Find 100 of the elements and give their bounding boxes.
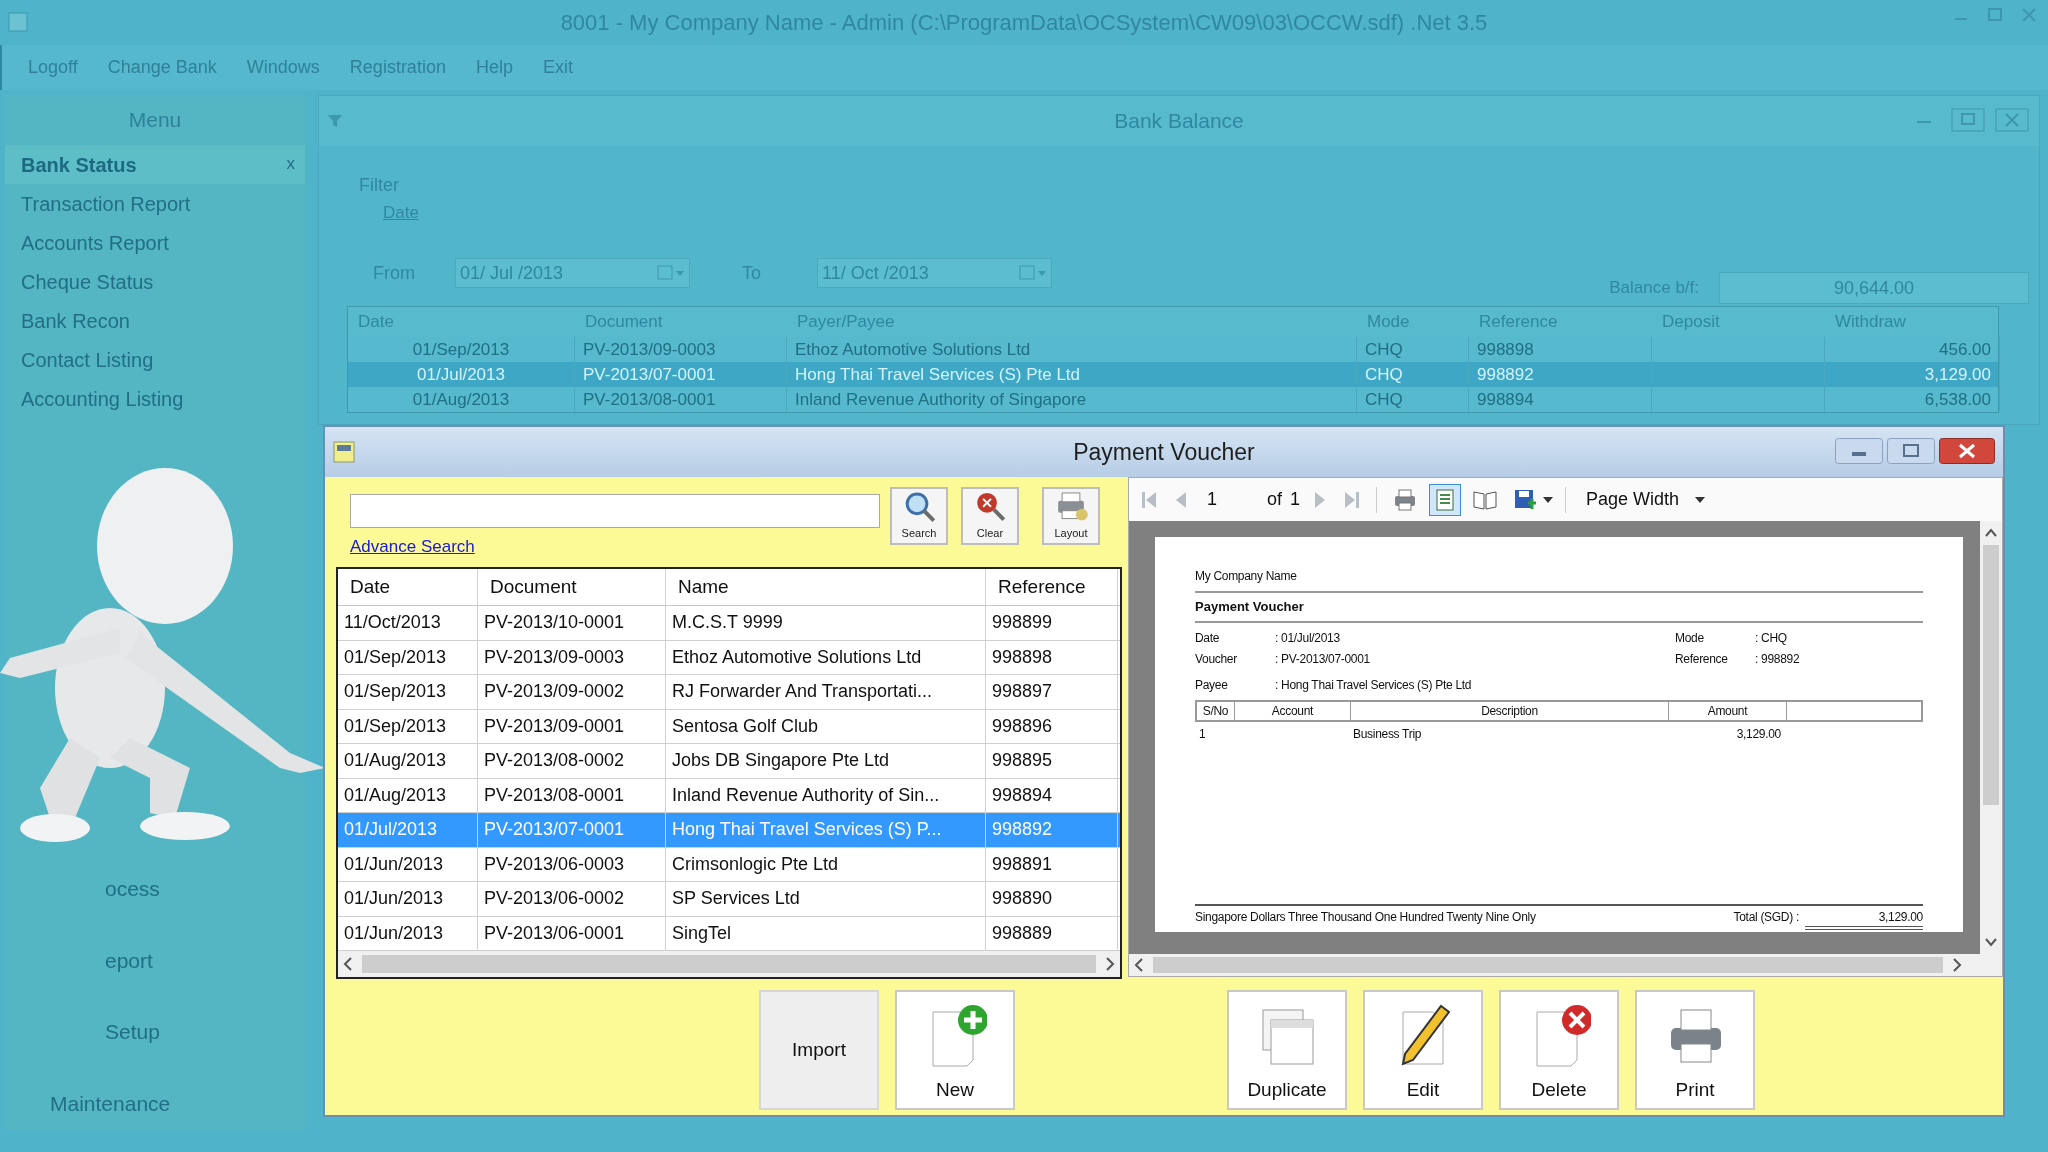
horizontal-scrollbar[interactable] <box>338 951 1120 977</box>
table-cell: SingTel <box>666 916 986 950</box>
table-cell: 998896 <box>986 709 1118 743</box>
field-value: : 01/Jul/2013 <box>1275 629 1340 647</box>
toolbar-button[interactable] <box>1429 483 1462 516</box>
menu-group[interactable]: ocess <box>105 873 160 905</box>
table-cell: 01/Aug/2013 <box>338 744 478 778</box>
app-icon <box>333 441 355 463</box>
search-field[interactable] <box>350 494 880 528</box>
table-cell: 998894 <box>986 778 1118 812</box>
menu-item[interactable]: Accounting Listing <box>5 379 305 418</box>
table-cell: PV-2013/08-0001 <box>575 387 787 412</box>
action-button[interactable]: Import <box>759 990 879 1110</box>
table-row[interactable]: 11/Oct/2013 PV-2013/10-0001 M.C.S.T 9999 998899 <box>338 606 1120 641</box>
column-header: Account <box>1235 701 1351 720</box>
action-button[interactable]: Print <box>1635 990 1755 1110</box>
table-cell: Hong Thai Travel Services (S) P... <box>666 813 986 847</box>
table-row[interactable]: 01/Sep/2013 PV-2013/09-0002 RJ Forwarder And Transportati... 998897 <box>338 675 1120 710</box>
menu-item[interactable]: Bank Status <box>21 149 137 180</box>
table-row[interactable]: 01/Sep/2013 PV-2013/09-0003 Ethoz Automotive Solutions Ltd CHQ 998898 456.00 <box>348 337 1998 362</box>
menu-group[interactable]: Maintenance <box>50 1087 171 1119</box>
table-row[interactable]: 01/Jun/2013 PV-2013/06-0001 SingTel 998889 <box>338 916 1120 951</box>
menu-item[interactable]: Cheque Status <box>5 262 305 301</box>
total-amount: 3,129.00 <box>1805 908 1923 930</box>
table-cell: RJ Forwarder And Transportati... <box>666 675 986 709</box>
field-value: : CHQ <box>1755 629 1787 647</box>
menu-group[interactable]: Setup <box>105 1016 160 1048</box>
table-row[interactable]: 01/Jul/2013 PV-2013/07-0001 Hong Thai Travel Services (S) Pte Ltd CHQ 998892 3,129.00 <box>348 362 1998 387</box>
close-button[interactable] <box>1939 438 1995 464</box>
table-cell: 998898 <box>986 640 1118 674</box>
action-button[interactable]: New <box>895 990 1015 1110</box>
action-button[interactable]: Edit <box>1363 990 1483 1110</box>
minimize-button[interactable] <box>1835 438 1883 464</box>
tool-button[interactable]: Layout <box>1042 487 1100 545</box>
table-cell: 01/Sep/2013 <box>338 675 478 709</box>
close-icon[interactable] <box>2020 6 2038 24</box>
table-row[interactable]: 01/Jun/2013 PV-2013/06-0003 Crimsonlogic Pte Ltd 998891 <box>338 847 1120 882</box>
close-button[interactable]: x <box>286 151 295 177</box>
table-cell: M.C.S.T 9999 <box>666 606 986 640</box>
scrollbar-thumb[interactable] <box>1153 957 1943 973</box>
table-cell: 998890 <box>986 882 1118 916</box>
column-header: Amount <box>1669 701 1787 720</box>
table-cell: 998894 <box>1469 387 1652 412</box>
table-cell: 11/Oct/2013 <box>338 606 478 640</box>
table-cell: PV-2013/06-0003 <box>478 847 666 881</box>
vertical-scrollbar[interactable] <box>1980 521 2002 954</box>
table-row[interactable]: 01/Aug/2013 PV-2013/08-0002 Jobs DB Singapore Pte Ltd 998895 <box>338 744 1120 779</box>
maximize-icon[interactable] <box>1951 108 1985 132</box>
caret-icon[interactable] <box>1543 495 1554 504</box>
field-label: Date <box>1195 629 1221 647</box>
maximize-icon[interactable] <box>1986 6 2004 24</box>
table-cell: 01/Jun/2013 <box>338 882 478 916</box>
action-button[interactable]: Delete <box>1499 990 1619 1110</box>
page-of-label: of <box>1267 488 1282 511</box>
table-cell: 6,538.00 <box>1825 387 2000 412</box>
table-row[interactable]: 01/Jul/2013 PV-2013/07-0001 Hong Thai Travel Services (S) P... 998892 <box>338 813 1120 848</box>
action-button[interactable]: Duplicate <box>1227 990 1347 1110</box>
field-label: Voucher <box>1195 650 1238 668</box>
table-cell: 01/Jun/2013 <box>338 916 478 950</box>
table-row[interactable]: 01/Aug/2013 PV-2013/08-0001 Inland Revenue Authority of Singapore CHQ 998894 6,538.00 <box>348 387 1998 412</box>
table-cell: 01/Sep/2013 <box>338 640 478 674</box>
table-row[interactable]: 01/Aug/2013 PV-2013/08-0001 Inland Revenue Authority of Sin... 998894 <box>338 778 1120 813</box>
field-value: : Hong Thai Travel Services (S) Pte Ltd <box>1275 676 1472 694</box>
table-cell: 998889 <box>986 916 1118 950</box>
table-row[interactable]: 01/Sep/2013 PV-2013/09-0001 Sentosa Golf Club 998896 <box>338 709 1120 744</box>
company-name: My Company Name <box>1195 568 1297 585</box>
table-cell: 998892 <box>986 813 1118 847</box>
table-cell-text: Business Trip <box>1352 725 1423 743</box>
tool-button[interactable]: Search <box>890 487 948 545</box>
table-cell: Jobs DB Singapore Pte Ltd <box>666 744 986 778</box>
advance-search-link[interactable]: Advance Search <box>350 534 475 560</box>
page-number-field[interactable]: 1 <box>1201 486 1259 513</box>
column-header[interactable]: Name <box>666 569 986 605</box>
table-cell: 01/Aug/2013 <box>338 778 478 812</box>
column-header: Description <box>1351 701 1669 720</box>
tool-button[interactable]: Clear <box>961 487 1019 545</box>
table-cell: 01/Aug/2013 <box>348 387 575 412</box>
scrollbar-thumb[interactable] <box>1983 545 1999 805</box>
column-header[interactable]: Document <box>478 569 666 605</box>
table-row[interactable]: 01/Sep/2013 PV-2013/09-0003 Ethoz Automotive Solutions Ltd 998898 <box>338 640 1120 675</box>
report-title: Payment Voucher <box>1195 591 1923 621</box>
filter-icon <box>327 113 343 129</box>
table-cell: Inland Revenue Authority of Sin... <box>666 778 986 812</box>
menu-item[interactable]: Accounts Report <box>5 223 305 262</box>
scrollbar-thumb[interactable] <box>362 955 1096 973</box>
column-header[interactable]: Date <box>338 569 478 605</box>
menu-item[interactable]: Transaction Report <box>5 184 305 223</box>
table-cell: 01/Sep/2013 <box>338 709 478 743</box>
table-cell: PV-2013/10-0001 <box>478 606 666 640</box>
column-header[interactable]: Reference <box>986 569 1118 605</box>
close-icon[interactable] <box>1995 108 2029 132</box>
menu-item[interactable]: Bank Recon <box>5 301 305 340</box>
maximize-button[interactable] <box>1887 438 1935 464</box>
table-cell: 998891 <box>986 847 1118 881</box>
field-value: : PV-2013/07-0001 <box>1275 650 1370 668</box>
menu-item[interactable]: Contact Listing <box>5 340 305 379</box>
calendar-icon <box>1019 265 1047 281</box>
menu-group[interactable]: eport <box>105 944 153 976</box>
horizontal-scrollbar[interactable] <box>1129 954 2002 976</box>
table-row[interactable]: 01/Jun/2013 PV-2013/06-0002 SP Services Ltd 998890 <box>338 882 1120 917</box>
